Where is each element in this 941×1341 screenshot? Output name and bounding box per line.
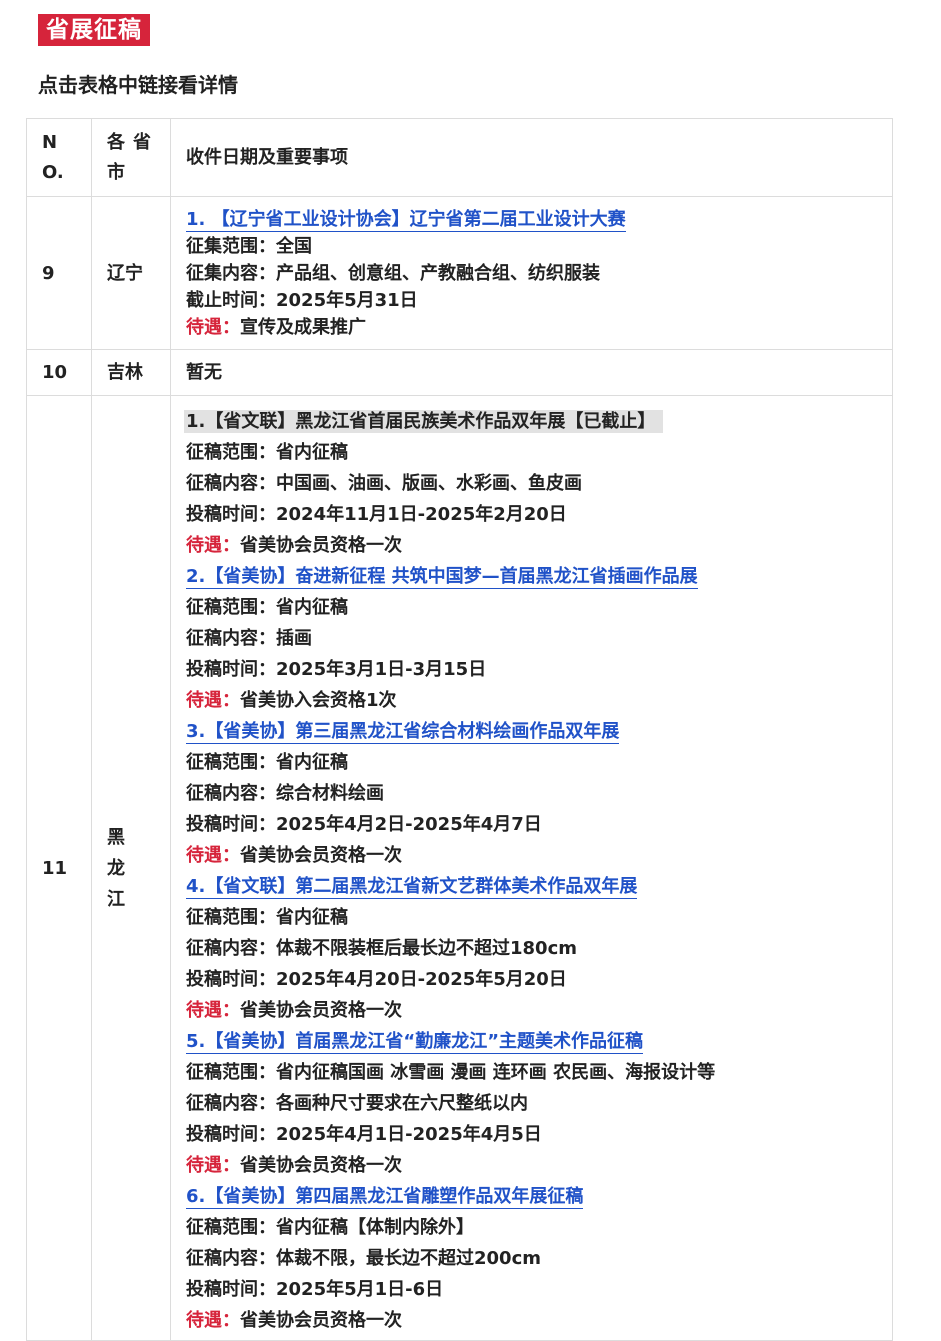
entry-link[interactable]: 6.【省美协】第四届黑龙江省雕塑作品双年展征稿 [186, 1186, 584, 1209]
row-province: 吉林 [91, 349, 171, 396]
entry-line: 投稿时间：2025年4月2日-2025年4月7日 [186, 814, 542, 835]
entry-line: 征稿内容：体裁不限，最长边不超过200cm [186, 1248, 541, 1269]
entry-reward: 待遇：省美协会员资格一次 [186, 530, 892, 561]
header-province: 各省 市 [91, 118, 171, 197]
reward-label: 待遇： [186, 316, 240, 338]
entry-reward: 待遇：省美协会员资格一次 [186, 995, 892, 1026]
entry-line: 截止时间：2025年5月31日 [186, 289, 418, 311]
entry-line: 征稿内容：插画 [186, 628, 312, 649]
entry-reward: 待遇：宣传及成果推广 [186, 314, 892, 341]
entry-line: 投稿时间：2025年4月20日-2025年5月20日 [186, 969, 567, 990]
entry-reward: 待遇：省美协入会资格1次 [186, 685, 892, 716]
header-no: N O. [26, 118, 92, 197]
entry-line: 投稿时间：2025年4月1日-2025年4月5日 [186, 1124, 542, 1145]
reward-text: 宣传及成果推广 [240, 316, 366, 338]
table-row: 10 吉林 暂无 [26, 349, 893, 396]
entry-link[interactable]: 1. 【辽宁省工业设计协会】辽宁省第二届工业设计大赛 [186, 208, 626, 232]
reward-text: 省美协会员资格一次 [240, 1155, 402, 1176]
row-province: 黑 龙 江 [91, 395, 171, 1341]
exhibition-table: N O. 各省 市 收件日期及重要事项 9 辽宁 1. 【辽宁省工业设计协会】辽… [26, 118, 893, 1341]
row-content: 暂无 [170, 349, 893, 396]
entry-line: 征稿范围：省内征稿 [186, 597, 348, 618]
reward-label: 待遇： [186, 1310, 240, 1331]
reward-label: 待遇： [186, 690, 240, 711]
reward-text: 省美协会员资格一次 [240, 845, 402, 866]
reward-text: 省美协入会资格1次 [240, 690, 397, 711]
entry-line: 征稿内容：中国画、油画、版画、水彩画、鱼皮画 [186, 473, 582, 494]
reward-label: 待遇： [186, 1000, 240, 1021]
reward-label: 待遇： [186, 535, 240, 556]
entry-line: 征集内容：产品组、创意组、产教融合组、纺织服装 [186, 262, 600, 284]
row-no: 11 [26, 395, 92, 1341]
entry-link[interactable]: 3.【省美协】第三届黑龙江省综合材料绘画作品双年展 [186, 721, 620, 744]
entry-line: 征稿范围：省内征稿 [186, 752, 348, 773]
reward-text: 省美协会员资格一次 [240, 1310, 402, 1331]
reward-label: 待遇： [186, 845, 240, 866]
entry-link[interactable]: 2.【省美协】奋进新征程 共筑中国梦—首届黑龙江省插画作品展 [186, 566, 698, 589]
page-subtitle: 点击表格中链接看详情 [38, 73, 238, 97]
entry-line: 征稿内容：综合材料绘画 [186, 783, 384, 804]
entry-reward: 待遇：省美协会员资格一次 [186, 1150, 892, 1181]
section-tag: 省展征稿 [38, 14, 150, 46]
entry-line: 征稿内容：体裁不限装框后最长边不超过180cm [186, 938, 577, 959]
entry-line: 投稿时间：2025年5月1日-6日 [186, 1279, 444, 1300]
reward-label: 待遇： [186, 1155, 240, 1176]
table-row: 9 辽宁 1. 【辽宁省工业设计协会】辽宁省第二届工业设计大赛 征集范围：全国 … [26, 196, 893, 350]
row-no: 9 [26, 196, 92, 350]
entry-line: 征稿范围：省内征稿 [186, 442, 348, 463]
row-content: 1.【省文联】黑龙江省首届民族美术作品双年展【已截止】 征稿范围：省内征稿 征稿… [170, 395, 893, 1341]
entry-line: 投稿时间：2024年11月1日-2025年2月20日 [186, 504, 567, 525]
reward-text: 省美协会员资格一次 [240, 1000, 402, 1021]
header-main: 收件日期及重要事项 [170, 118, 893, 197]
entry-title-closed: 1.【省文联】黑龙江省首届民族美术作品双年展【已截止】 [184, 410, 664, 433]
entry-line: 征稿内容：各画种尺寸要求在六尺整纸以内 [186, 1093, 528, 1114]
row-province: 辽宁 [91, 196, 171, 350]
entry-line: 征稿范围：省内征稿 [186, 907, 348, 928]
table-row: 11 黑 龙 江 1.【省文联】黑龙江省首届民族美术作品双年展【已截止】 征稿范… [26, 395, 893, 1341]
entry-line: 投稿时间：2025年3月1日-3月15日 [186, 659, 487, 680]
entry-line: 征集范围：全国 [186, 235, 312, 257]
entry-link[interactable]: 4.【省文联】第二届黑龙江省新文艺群体美术作品双年展 [186, 876, 638, 899]
reward-text: 省美协会员资格一次 [240, 535, 402, 556]
entry-line: 征稿范围：省内征稿【体制内除外】 [186, 1217, 474, 1238]
entry-line: 征稿范围：省内征稿国画 冰雪画 漫画 连环画 农民画、海报设计等 [186, 1062, 716, 1083]
row-no: 10 [26, 349, 92, 396]
entry-reward: 待遇：省美协会员资格一次 [186, 840, 892, 871]
entry-link[interactable]: 5.【省美协】首届黑龙江省“勤廉龙江”主题美术作品征稿 [186, 1031, 644, 1054]
entry-reward: 待遇：省美协会员资格一次 [186, 1305, 892, 1336]
table-header-row: N O. 各省 市 收件日期及重要事项 [26, 118, 893, 197]
row-content: 1. 【辽宁省工业设计协会】辽宁省第二届工业设计大赛 征集范围：全国 征集内容：… [170, 196, 893, 350]
